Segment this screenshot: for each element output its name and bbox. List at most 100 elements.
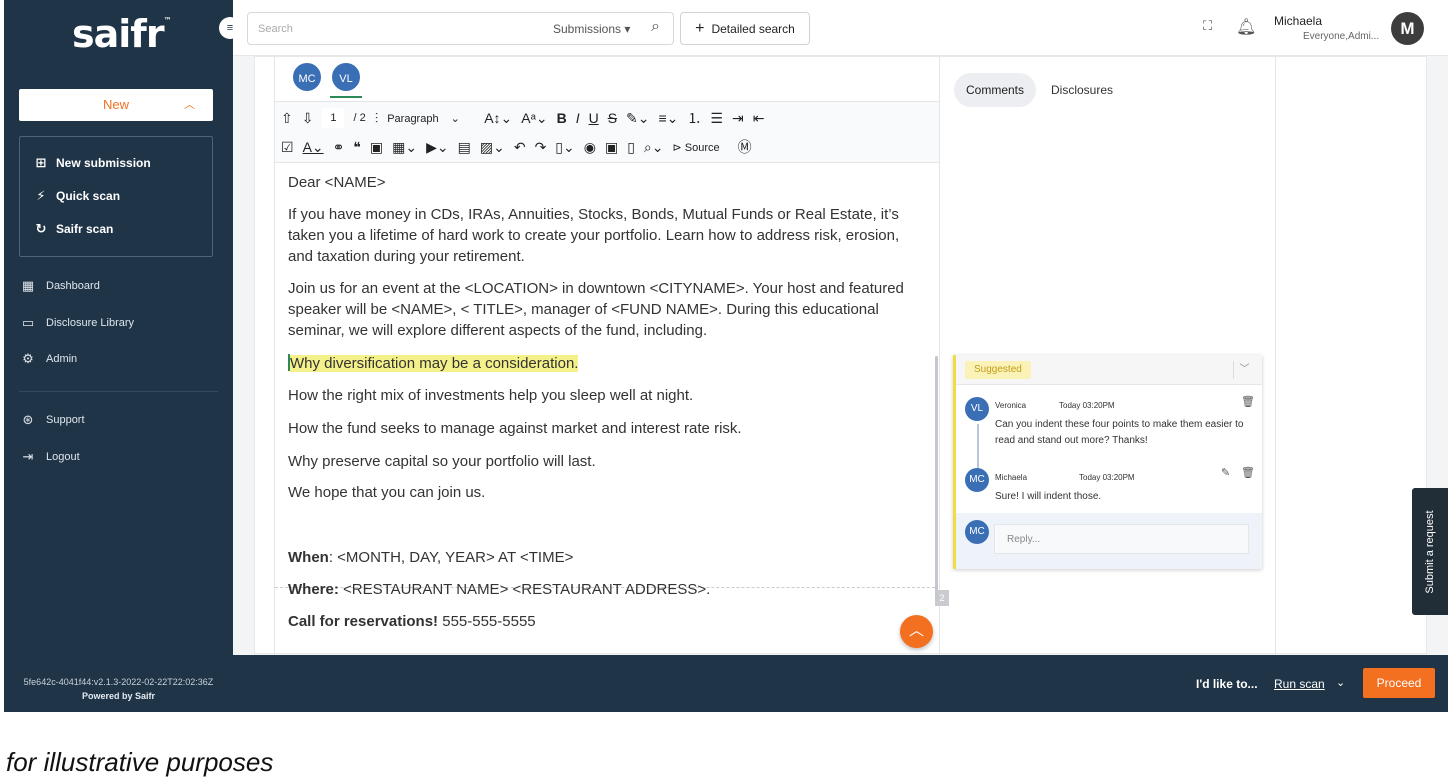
search-input[interactable] (258, 20, 518, 38)
support-icon: ⊛ (22, 412, 34, 427)
powered-by: Powered by Saifr (81, 691, 156, 701)
submit-request-tab[interactable]: Submit a request (1412, 488, 1448, 615)
avatar: VL (965, 397, 989, 421)
media-icon[interactable]: ▶⌄ (426, 139, 449, 156)
new-button[interactable]: New ︿ (19, 89, 213, 121)
document-body[interactable]: Dear <NAME> If you have money in CDs, IR… (275, 163, 949, 655)
bulleted-list-icon[interactable]: ☰ (710, 110, 723, 127)
arrow-down-circle-icon[interactable]: ⇩ (302, 110, 314, 127)
quick-scan-item[interactable]: ⚡ Quick scan (32, 186, 120, 206)
image-icon[interactable]: ▣ (370, 139, 383, 156)
avatar: MC (965, 468, 989, 492)
find-replace-icon[interactable]: ⌕⌄ (644, 139, 664, 156)
user-avatar[interactable]: M (1391, 12, 1424, 45)
link-icon[interactable]: ⚭ (333, 139, 345, 156)
submit-request-label: Submit a request (1424, 509, 1436, 594)
comment-author: Michaela (995, 473, 1028, 482)
numbered-list-icon[interactable]: ⒈ (687, 108, 701, 128)
dashboard-icon: ▦ (21, 278, 35, 293)
new-submission-item[interactable]: ⊞ New submission (32, 153, 151, 173)
sidebar-item-label: Logout (46, 451, 80, 463)
scroll-to-top-button[interactable]: ︿ (900, 615, 933, 648)
search-icon[interactable]: ⌕ (651, 18, 660, 36)
pdf-icon[interactable]: ▣ (605, 139, 618, 156)
outdent-icon[interactable]: ⇤ (753, 110, 765, 127)
strikethrough-icon[interactable]: S (608, 110, 617, 126)
menu-collapse-icon: ≡ (226, 22, 234, 34)
edit-icon[interactable]: ✎ (1221, 466, 1230, 479)
markdown-icon[interactable]: Ⓜ (738, 137, 752, 157)
font-color-icon[interactable]: A⌄ (303, 139, 324, 156)
redo-icon[interactable]: ↷ (535, 139, 547, 156)
indent-icon[interactable]: ⇥ (732, 110, 744, 127)
collaborator-avatar[interactable]: VL (330, 61, 362, 93)
fullscreen-icon[interactable]: ⛶ (1203, 18, 1212, 34)
editor-scrollbar[interactable] (935, 356, 938, 601)
search-scope-dropdown[interactable]: Submissions ▾ (553, 22, 630, 36)
italic-icon[interactable]: I (576, 110, 580, 126)
styles-icon[interactable]: ▨⌄ (480, 139, 505, 156)
source-button[interactable]: ⊳ Source (672, 141, 728, 154)
document-icon[interactable]: ▯ (627, 139, 635, 156)
comment-time: Today 03:20PM (1079, 473, 1135, 482)
collapse-sidebar-button[interactable]: ≡ (219, 17, 241, 39)
font-size-icon[interactable]: A↕⌄ (484, 110, 512, 127)
table-icon[interactable]: ▦⌄ (392, 139, 417, 156)
paragraph: How the right mix of investments help yo… (288, 387, 694, 404)
chevron-down-icon[interactable]: ﹀ (1233, 361, 1255, 379)
highlight-icon[interactable]: ✎⌄ (626, 110, 649, 127)
template-icon[interactable]: ▤ (458, 139, 471, 156)
sidebar-item-admin[interactable]: ⚙ Admin (20, 349, 77, 369)
sidebar-item-label: Dashboard (46, 280, 100, 292)
logout-icon: ⇥ (22, 449, 34, 464)
comment-thread-header: Suggested ﹀ (956, 355, 1262, 385)
app-window: saifr™ New ︿ ⊞ New submission ⚡ Quick sc… (4, 0, 1448, 712)
event-call: Call for reservations! 555-555-5555 (288, 613, 536, 630)
user-roles: Everyone,Admi... (1303, 31, 1380, 42)
highlighted-paragraph: Why diversification may be a considerati… (288, 354, 579, 372)
editor-column: MC VL ⇧ ⇩ 1 / 2 ⫶ Paragraph ⌄ A↕⌄ Aᵃ⌄ B … (274, 57, 949, 655)
detailed-search-button[interactable]: + Detailed search (680, 12, 810, 45)
action-prompt: I'd like to... (1196, 677, 1258, 691)
trash-icon[interactable]: 🗑︎ (1241, 395, 1255, 408)
sidebar-item-dashboard[interactable]: ▦ Dashboard (20, 276, 100, 296)
chevron-up-icon: ︿ (184, 99, 195, 111)
proceed-button[interactable]: Proceed (1363, 668, 1435, 698)
run-scan-dropdown[interactable]: Run scan (1274, 677, 1325, 691)
underline-icon[interactable]: U (589, 110, 599, 126)
sidebar-divider (19, 391, 218, 392)
user-name: Michaela (1274, 14, 1323, 28)
chevron-up-icon: ︿ (908, 622, 924, 639)
reply-input[interactable] (994, 524, 1249, 554)
page-break-icon[interactable]: ⫶ (375, 110, 379, 127)
align-icon[interactable]: ≡⌄ (659, 110, 679, 127)
reply-area: MC (956, 513, 1262, 569)
sidebar-item-support[interactable]: ⊛ Support (20, 410, 85, 430)
sidebar-item-logout[interactable]: ⇥ Logout (20, 447, 80, 467)
saifr-scan-label: Saifr scan (56, 222, 114, 236)
bell-icon[interactable]: 🔔︎ (1236, 17, 1256, 37)
sidebar-item-disclosure-library[interactable]: ▭ Disclosure Library (20, 313, 134, 333)
page-number-input[interactable]: 1 (322, 108, 345, 128)
arrow-up-circle-icon[interactable]: ⇧ (281, 110, 293, 127)
tab-disclosures[interactable]: Disclosures (1051, 73, 1113, 107)
sidebar: saifr™ New ︿ ⊞ New submission ⚡ Quick sc… (4, 0, 233, 712)
font-family-icon[interactable]: Aᵃ⌄ (521, 110, 547, 127)
chevron-down-icon[interactable]: ⌄ (1336, 676, 1345, 689)
paragraph-style-dropdown[interactable]: Paragraph ⌄ (387, 112, 475, 125)
tab-comments[interactable]: Comments (954, 73, 1037, 107)
undo-icon[interactable]: ↶ (514, 139, 526, 156)
comment-icon[interactable]: ◉ (584, 139, 596, 156)
collaborator-avatar[interactable]: MC (291, 61, 323, 93)
todo-list-icon[interactable]: ☑ (281, 139, 294, 156)
track-changes-icon[interactable]: ▯⌄ (555, 139, 574, 156)
blockquote-icon[interactable]: ❝ (353, 139, 361, 156)
paragraph: Dear <NAME> (288, 174, 386, 191)
detailed-search-label: Detailed search (711, 21, 795, 36)
comment-thread-card: Suggested ﹀ VL Veronica Today 03:20PM 🗑︎… (953, 355, 1262, 569)
paragraph: We hope that you can join us. (288, 484, 486, 501)
saifr-scan-item[interactable]: ↻ Saifr scan (32, 219, 114, 239)
thread-line (977, 424, 979, 468)
trash-icon[interactable]: 🗑︎ (1241, 466, 1255, 479)
bold-icon[interactable]: B (557, 110, 567, 126)
